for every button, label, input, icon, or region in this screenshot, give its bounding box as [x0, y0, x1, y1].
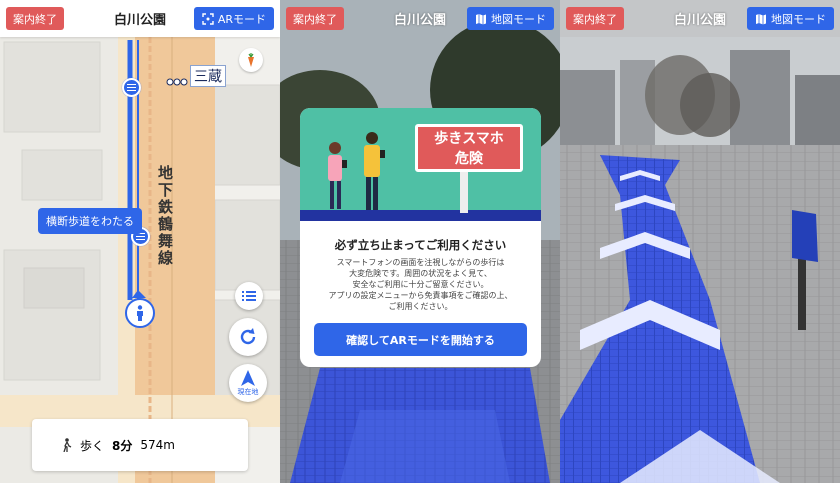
ar-view-panel: 案内終了 白川公園 地図モード — [560, 0, 840, 483]
ar-header: 案内終了 白川公園 地図モード — [560, 0, 840, 37]
end-guidance-button[interactable]: 案内終了 — [566, 7, 624, 30]
sign-line: 歩きスマホ — [434, 131, 504, 147]
station-marker-icon — [166, 71, 188, 90]
station-label[interactable]: 三蔵 — [190, 65, 226, 87]
confirm-start-ar-button[interactable]: 確認してARモードを開始する — [314, 323, 527, 356]
route-list-button[interactable] — [235, 282, 263, 310]
danger-sign: 歩きスマホ 危険 — [415, 124, 523, 172]
walking-person-icon — [137, 305, 143, 321]
current-location-button[interactable]: 現在地 — [229, 364, 267, 402]
map-icon — [476, 13, 486, 24]
map-mode-button[interactable]: 地図モード — [747, 7, 834, 30]
dialog-title: 必ず立ち止まってご利用ください — [334, 238, 507, 252]
walking-person-icon — [63, 438, 72, 452]
mode-button-label: 地図モード — [491, 12, 546, 26]
map-header: 案内終了 白川公園 ARモード — [0, 0, 280, 37]
walk-distance: 574m — [140, 438, 175, 452]
dialog-body-line: 大変危険です。周囲の状況をよく見て、 — [349, 269, 492, 278]
carrot-poi-icon[interactable] — [239, 48, 263, 72]
reroute-button[interactable] — [229, 318, 267, 356]
dialog-body-line: ご利用ください。 — [388, 302, 453, 311]
walk-time: 8分 — [112, 438, 133, 453]
mode-button-label: ARモード — [217, 12, 266, 26]
route-step-icon[interactable] — [122, 78, 141, 97]
sign-line: 危険 — [455, 151, 483, 167]
warning-header: 案内終了 白川公園 地図モード — [280, 0, 560, 37]
ar-mode-button[interactable]: ARモード — [193, 7, 274, 30]
map-icon — [756, 13, 766, 24]
route-instruction-tooltip[interactable]: 横断歩道をわたる — [38, 208, 142, 234]
end-guidance-button[interactable]: 案内終了 — [286, 7, 344, 30]
end-guidance-button[interactable]: 案内終了 — [6, 7, 64, 30]
navigation-arrow-icon — [241, 369, 255, 386]
destination-title: 白川公園 — [393, 13, 446, 28]
dialog-body-line: スマートフォンの画面を注視しながらの歩行は — [336, 258, 505, 267]
destination-title: 白川公園 — [673, 13, 726, 28]
subway-line-label: 地下鉄鶴舞線 — [156, 165, 174, 267]
mode-button-label: 地図モード — [771, 12, 826, 26]
walk-summary-card[interactable]: 歩く 8分 574m — [32, 419, 248, 471]
walk-mode-label: 歩く — [80, 438, 105, 453]
ar-frame-icon — [202, 12, 214, 25]
dialog-body: スマートフォンの画面を注視しながらの歩行は 大変危険です。周囲の状況をよく見て、… — [314, 257, 527, 312]
dialog-body-line: アプリの設定メニューから免責事項をご確認の上、 — [328, 291, 513, 300]
ar-camera-view[interactable] — [560, 0, 840, 483]
destination-title: 白川公園 — [113, 13, 166, 28]
map-mode-button[interactable]: 地図モード — [467, 7, 554, 30]
dialog-body-line: 安全なご利用に十分ご留意ください。 — [352, 280, 489, 289]
ar-warning-panel: 案内終了 白川公園 地図モード 歩きスマホ 危険 必ず立ち止まってご利用ください… — [280, 0, 560, 483]
list-icon — [242, 291, 256, 301]
safety-warning-dialog: 歩きスマホ 危険 必ず立ち止まってご利用ください スマートフォンの画面を注視しな… — [300, 108, 541, 367]
map-canvas[interactable] — [0, 37, 280, 483]
current-location-label: 現在地 — [237, 387, 259, 396]
user-location-marker — [125, 298, 155, 328]
refresh-icon — [240, 328, 256, 345]
map-panel: 案内終了 白川公園 ARモード 三蔵 地下鉄鶴舞線 横断歩道をわたる 現在地 歩… — [0, 0, 280, 483]
walking-smartphone-illustration: 歩きスマホ 危険 — [300, 108, 541, 221]
